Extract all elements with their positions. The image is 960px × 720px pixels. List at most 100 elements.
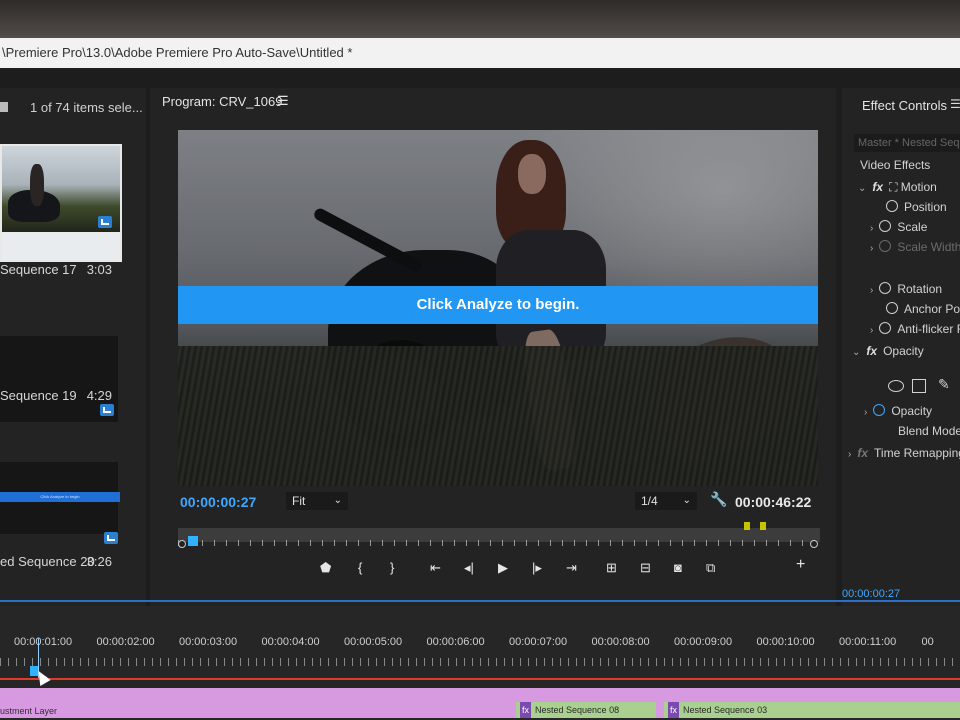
thumbnail-banner: Click Analyze to begin: [0, 492, 120, 502]
premiere-app: 1 of 74 items sele... Sequence 17 3:03 S…: [0, 68, 960, 720]
mark-in-icon[interactable]: {: [358, 560, 362, 575]
monitor-scrubber[interactable]: [178, 522, 820, 552]
param-scale[interactable]: › Scale: [870, 220, 927, 234]
item-duration: 4:29: [86, 388, 112, 403]
item-name: ed Sequence 20: [0, 554, 95, 569]
mask-tools: ✎: [888, 376, 960, 396]
go-to-in-icon[interactable]: ⇤: [430, 560, 441, 576]
wrench-icon[interactable]: 🔧: [710, 491, 727, 508]
pen-mask-icon[interactable]: ✎: [938, 376, 950, 393]
motion-transform-icon: ⛶: [889, 180, 901, 194]
step-forward-icon[interactable]: |▸: [532, 560, 542, 576]
clip-source-field[interactable]: Master * Nested Sequ: [854, 134, 960, 152]
ruler-label: 00:00:04:00: [261, 636, 320, 648]
program-monitor-title[interactable]: Program: CRV_1069: [162, 94, 282, 109]
project-item[interactable]: Sequence 17 3:03: [0, 262, 118, 277]
timeline-ruler[interactable]: 00:00:01:00 00:00:02:00 00:00:03:00 00:00:0…: [0, 636, 960, 666]
panel-menu-icon[interactable]: ☰: [950, 97, 960, 111]
twirl-right-icon: ›: [870, 243, 874, 254]
ruler-label: 00:00:06:00: [426, 636, 485, 648]
stopwatch-icon: [879, 282, 892, 294]
duration-timecode: 00:00:46:22: [735, 494, 812, 510]
stopwatch-active-icon: [873, 404, 886, 416]
twirl-right-icon: ›: [864, 407, 868, 418]
resolution-select[interactable]: 1/4 ⌄: [635, 492, 697, 510]
step-back-icon[interactable]: ◂|: [464, 560, 474, 576]
rectangle-mask-icon[interactable]: [912, 379, 926, 393]
twirl-right-icon: ›: [870, 325, 874, 336]
stopwatch-icon: [879, 240, 892, 252]
monitor-bezel: [0, 0, 960, 42]
marker-icon[interactable]: [760, 522, 766, 530]
param-anti-flicker[interactable]: › Anti-flicker F: [870, 322, 960, 336]
fx-icon: fx: [872, 180, 884, 194]
twirl-right-icon: ›: [870, 285, 874, 296]
nested-clip[interactable]: fx Nested Sequence 03: [664, 702, 960, 718]
mark-out-icon[interactable]: }: [390, 560, 394, 575]
ruler-label: 00:00:08:00: [591, 636, 650, 648]
effect-controls-title[interactable]: Effect Controls: [862, 98, 947, 113]
play-icon[interactable]: ▶: [498, 560, 508, 576]
effect-controls-panel: Effect Controls ☰ Master * Nested Sequ V…: [842, 88, 960, 672]
param-opacity[interactable]: › Opacity: [864, 404, 932, 418]
project-item[interactable]: Sequence 19 4:29: [0, 388, 118, 403]
ruler-ticks: [0, 658, 960, 666]
fx-icon: fx: [857, 446, 869, 460]
sequence-badge-icon: [98, 216, 112, 228]
scrubber-ticks: [178, 540, 820, 546]
sequence-thumbnail[interactable]: Click Analyze to begin: [0, 462, 120, 544]
project-item[interactable]: ed Sequence 20 3:26: [0, 554, 118, 569]
thumbnail-figure: [30, 164, 44, 206]
selection-status: 1 of 74 items sele...: [30, 100, 143, 115]
param-anchor-point[interactable]: Anchor Point: [886, 302, 960, 316]
add-marker-icon[interactable]: ⬟: [320, 560, 331, 576]
bin-icon: [0, 102, 8, 112]
effect-time-remapping[interactable]: › fx Time Remapping: [848, 446, 960, 460]
sequence-badge-icon: [104, 532, 118, 544]
render-bar: [0, 678, 960, 680]
ruler-label: 00:00:09:00: [674, 636, 733, 648]
zoom-value: Fit: [292, 494, 306, 508]
ruler-label: 00:00:05:00: [344, 636, 403, 648]
sequence-thumbnail[interactable]: [0, 144, 122, 262]
ruler-label: 00:00:02:00: [96, 636, 155, 648]
sequence-thumbnail[interactable]: [0, 336, 118, 422]
button-editor-add-icon[interactable]: +: [796, 556, 805, 574]
woman-face: [518, 154, 546, 194]
project-panel: 1 of 74 items sele... Sequence 17 3:03 S…: [0, 88, 146, 668]
fx-icon: fx: [866, 344, 878, 358]
effect-motion[interactable]: ⌄ fx ⛶ Motion: [858, 180, 937, 195]
chevron-down-icon: ⌄: [682, 495, 691, 506]
export-frame-icon[interactable]: ◙: [674, 560, 682, 575]
program-monitor: Program: CRV_1069 ☰ Click Analyze to beg…: [150, 88, 836, 672]
adjustment-clip-label: ustment Layer: [0, 706, 58, 716]
ruler-label: 00: [921, 636, 934, 648]
ruler-label: 00:00:03:00: [179, 636, 238, 648]
effect-opacity[interactable]: ⌄ fx Opacity: [852, 344, 924, 358]
in-point-handle[interactable]: [178, 540, 186, 548]
resolution-value: 1/4: [641, 494, 658, 508]
nested-clip[interactable]: fx Nested Sequence 08: [516, 702, 656, 718]
video-effects-heading: Video Effects: [860, 158, 931, 172]
window-title: \Premiere Pro\13.0\Adobe Premiere Pro Au…: [0, 38, 960, 68]
ellipse-mask-icon[interactable]: [888, 380, 904, 392]
ruler-label: 00:00:10:00: [756, 636, 815, 648]
scrubber-playhead[interactable]: [188, 536, 198, 546]
param-rotation[interactable]: › Rotation: [870, 282, 942, 296]
analyze-overlay-banner: Click Analyze to begin.: [178, 286, 818, 324]
go-to-out-icon[interactable]: ⇥: [566, 560, 577, 576]
lift-icon[interactable]: ⊞: [606, 560, 617, 576]
twirl-down-icon: ⌄: [858, 183, 867, 194]
marker-icon[interactable]: [744, 522, 750, 530]
zoom-select[interactable]: Fit ⌄: [286, 492, 348, 510]
extract-icon[interactable]: ⊟: [640, 560, 651, 576]
panel-menu-icon[interactable]: ☰: [277, 93, 289, 109]
out-point-handle[interactable]: [810, 540, 818, 548]
compare-view-icon[interactable]: ⧉: [706, 560, 715, 576]
param-blend-mode[interactable]: Blend Mode: [898, 424, 960, 438]
param-position[interactable]: Position: [886, 200, 947, 214]
stopwatch-icon: [886, 302, 898, 314]
playhead-timecode[interactable]: 00:00:00:27: [180, 494, 256, 510]
stopwatch-icon: [879, 322, 892, 334]
timeline-panel: 00:00:01:00 00:00:02:00 00:00:03:00 00:00:0…: [0, 600, 960, 720]
